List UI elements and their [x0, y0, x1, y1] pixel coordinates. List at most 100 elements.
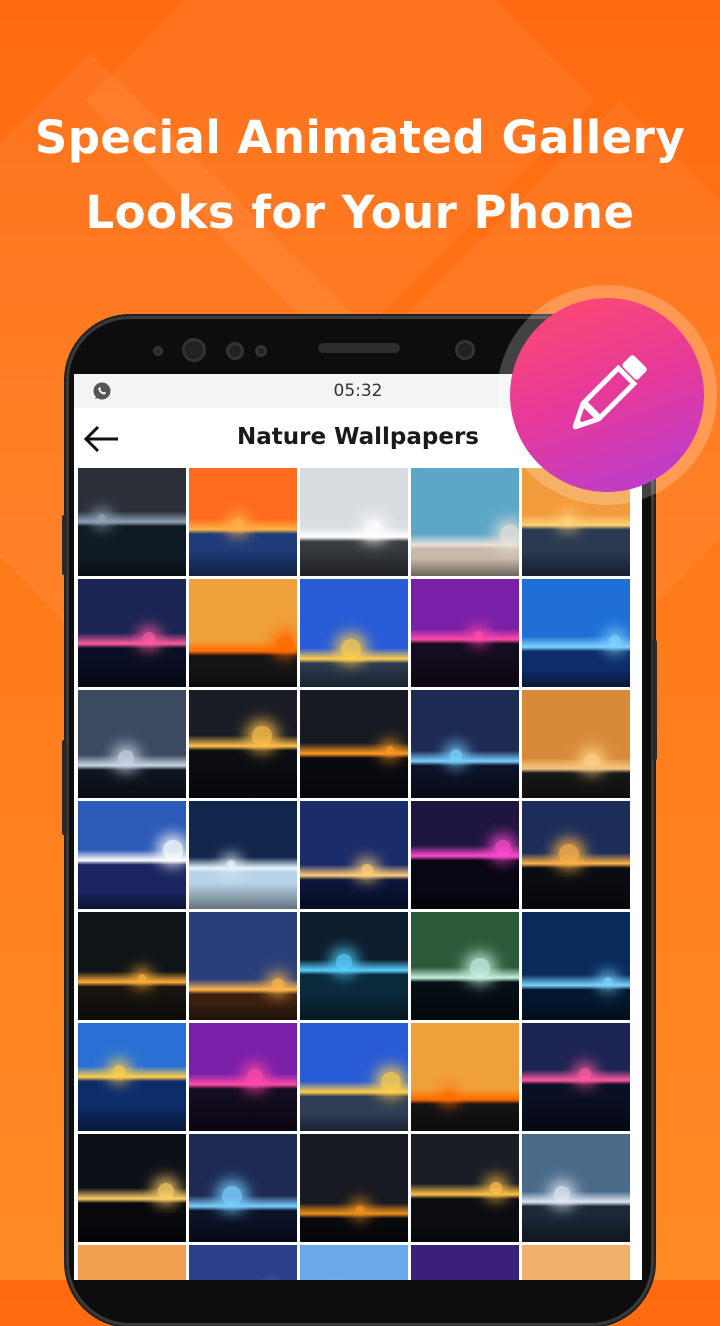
thumbnail-light	[247, 1068, 263, 1085]
wallpaper-thumbnail[interactable]	[411, 468, 519, 576]
wallpaper-thumbnail[interactable]	[411, 1023, 519, 1131]
wallpaper-thumbnail[interactable]	[300, 468, 408, 576]
thumbnail-light	[227, 859, 235, 868]
wallpaper-thumbnail[interactable]	[78, 579, 186, 687]
wallpaper-grid	[78, 468, 638, 1280]
wallpaper-thumbnail[interactable]	[78, 1134, 186, 1242]
wallpaper-thumbnail[interactable]	[522, 1134, 630, 1242]
wallpaper-thumbnail[interactable]	[300, 579, 408, 687]
pencil-icon	[572, 355, 647, 430]
thumbnail-foreground	[78, 891, 186, 909]
thumbnail-light	[609, 635, 621, 648]
wallpaper-thumbnail[interactable]	[78, 912, 186, 1020]
wallpaper-thumbnail[interactable]	[300, 690, 408, 798]
thumbnail-foreground	[411, 1105, 519, 1131]
wallpaper-thumbnail[interactable]	[411, 801, 519, 909]
thumbnail-foreground	[300, 780, 408, 798]
thumbnail-foreground	[189, 883, 297, 909]
thumbnail-foreground	[300, 542, 408, 576]
thumbnail-foreground	[300, 994, 408, 1020]
thumbnail-light	[604, 977, 612, 986]
thumbnail-foreground	[411, 772, 519, 798]
thumbnail-foreground	[189, 764, 297, 798]
thumbnail-light	[579, 1068, 591, 1081]
wallpaper-thumbnail[interactable]	[189, 1245, 297, 1280]
thumbnail-light	[98, 514, 106, 522]
thumbnail-light	[222, 1186, 242, 1207]
wallpaper-thumbnail[interactable]	[189, 690, 297, 798]
thumbnail-foreground	[78, 653, 186, 687]
wallpaper-thumbnail[interactable]	[78, 468, 186, 576]
thumbnail-light	[118, 749, 134, 766]
wallpaper-thumbnail[interactable]	[522, 801, 630, 909]
thumbnail-light	[386, 745, 394, 754]
thumbnail-light	[341, 638, 361, 659]
thumbnail-foreground	[300, 661, 408, 687]
thumbnail-light	[272, 977, 284, 990]
thumbnail-light	[252, 726, 272, 747]
wallpaper-thumbnail[interactable]	[189, 1134, 297, 1242]
thumbnail-light	[450, 749, 462, 762]
wallpaper-thumbnail[interactable]	[522, 912, 630, 1020]
thumbnail-light	[475, 631, 483, 640]
thumbnail-light	[366, 521, 382, 538]
wallpaper-thumbnail[interactable]	[189, 468, 297, 576]
front-sensor-dot	[153, 346, 163, 356]
thumbnail-foreground	[522, 1097, 630, 1131]
wallpaper-thumbnail[interactable]	[522, 1245, 630, 1280]
thumbnail-foreground	[189, 550, 297, 576]
wallpaper-thumbnail[interactable]	[522, 579, 630, 687]
front-camera-icon	[182, 338, 206, 362]
wallpaper-thumbnail[interactable]	[411, 1134, 519, 1242]
thumbnail-light	[490, 1182, 502, 1195]
wallpaper-thumbnail[interactable]	[411, 1245, 519, 1280]
thumbnail-foreground	[78, 1105, 186, 1131]
thumbnail-light	[554, 1186, 570, 1203]
thumbnail-light	[470, 957, 490, 978]
headline-line-2: Looks for Your Phone	[85, 186, 635, 239]
thumbnail-foreground	[300, 1208, 408, 1242]
thumbnail-light	[559, 843, 579, 864]
thumbnail-foreground	[78, 772, 186, 798]
wallpaper-thumbnail[interactable]	[189, 912, 297, 1020]
earpiece-speaker	[318, 343, 400, 353]
headline-line-1: Special Animated Gallery	[34, 111, 686, 164]
wallpaper-thumbnail[interactable]	[78, 690, 186, 798]
wallpaper-thumbnail[interactable]	[522, 690, 630, 798]
wallpaper-thumbnail[interactable]	[78, 801, 186, 909]
thumbnail-light	[163, 840, 183, 861]
phone-side-button-left	[62, 515, 67, 575]
thumbnail-light	[277, 635, 293, 652]
thumbnail-foreground	[411, 1224, 519, 1242]
wallpaper-thumbnail[interactable]	[300, 912, 408, 1020]
headline: Special Animated Gallery Looks for Your …	[0, 100, 720, 250]
thumbnail-light	[232, 517, 244, 530]
front-sensor-dot-2	[255, 345, 267, 357]
wallpaper-thumbnail[interactable]	[300, 801, 408, 909]
thumbnail-foreground	[522, 764, 630, 798]
thumbnail-foreground	[522, 1216, 630, 1242]
wallpaper-thumbnail[interactable]	[189, 801, 297, 909]
thumbnail-foreground	[411, 558, 519, 576]
phone-side-button-left-2	[62, 740, 67, 835]
thumbnail-foreground	[300, 1113, 408, 1131]
wallpaper-thumbnail[interactable]	[522, 1023, 630, 1131]
wallpaper-thumbnail[interactable]	[189, 579, 297, 687]
thumbnail-foreground	[78, 986, 186, 1020]
wallpaper-thumbnail[interactable]	[411, 912, 519, 1020]
thumbnail-light	[138, 974, 146, 983]
wallpaper-thumbnail[interactable]	[411, 579, 519, 687]
thumbnail-foreground	[189, 1002, 297, 1020]
wallpaper-thumbnail[interactable]	[300, 1245, 408, 1280]
thumbnail-light	[495, 840, 511, 857]
thumbnail-light	[143, 631, 155, 644]
thumbnail-foreground	[189, 669, 297, 687]
wallpaper-thumbnail[interactable]	[300, 1134, 408, 1242]
wallpaper-thumbnail[interactable]	[300, 1023, 408, 1131]
wallpaper-thumbnail[interactable]	[78, 1245, 186, 1280]
wallpaper-thumbnail[interactable]	[189, 1023, 297, 1131]
wallpaper-thumbnail[interactable]	[78, 1023, 186, 1131]
edit-button[interactable]	[510, 298, 704, 492]
thumbnail-light	[158, 1182, 174, 1199]
wallpaper-thumbnail[interactable]	[411, 690, 519, 798]
